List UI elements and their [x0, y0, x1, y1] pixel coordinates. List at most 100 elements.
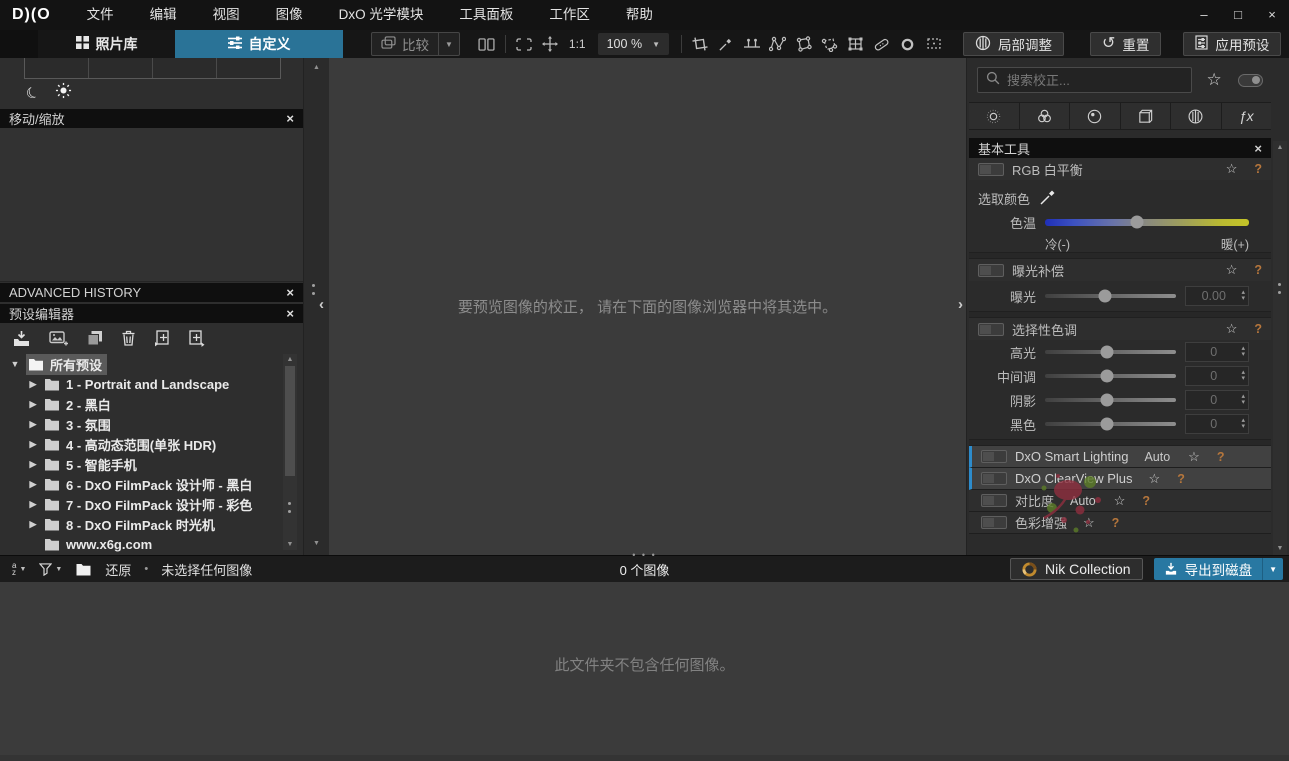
- panel-resize-grip[interactable]: [312, 284, 315, 295]
- white-balance-tool-header[interactable]: RGB 白平衡 ☆ ?: [969, 158, 1271, 180]
- tab-customize[interactable]: 自定义: [175, 30, 343, 58]
- fit-screen-icon[interactable]: [511, 32, 537, 56]
- close-icon[interactable]: ×: [286, 285, 294, 300]
- contrast-mode[interactable]: Auto: [1070, 494, 1096, 508]
- smart-lighting-row[interactable]: DxO Smart Lighting Auto ☆ ?: [969, 446, 1271, 468]
- selection-tool-icon[interactable]: [921, 32, 947, 56]
- close-icon[interactable]: ×: [286, 306, 294, 321]
- selective-tone-checkbox[interactable]: [978, 322, 1004, 336]
- minimize-button[interactable]: –: [1187, 0, 1221, 30]
- repair-patch-icon[interactable]: [869, 32, 895, 56]
- highlights-value-spinbox[interactable]: 0 ▴ ▾: [1185, 342, 1249, 362]
- tree-item-preset-folder[interactable]: ▶ 8 - DxO FilmPack 时光机: [0, 514, 283, 534]
- favorite-star-icon[interactable]: ☆: [1114, 493, 1126, 509]
- reset-button[interactable]: ↺ 重置: [1089, 32, 1162, 56]
- blacks-value-spinbox[interactable]: 0 ▴ ▾: [1185, 414, 1249, 434]
- spinner-arrows-icon[interactable]: ▴ ▾: [1241, 393, 1248, 406]
- exposure-checkbox[interactable]: [978, 263, 1004, 277]
- highlights-slider[interactable]: [1045, 345, 1176, 359]
- scroll-up-icon[interactable]: ▲: [304, 64, 329, 71]
- spinner-arrows-icon[interactable]: ▴ ▾: [1241, 289, 1248, 302]
- clearview-checkbox[interactable]: [981, 472, 1007, 485]
- tree-item-preset-folder[interactable]: ▶ 6 - DxO FilmPack 设计师 - 黑白: [0, 474, 283, 494]
- preset-editor-palette-header[interactable]: 预设编辑器 ×: [0, 304, 303, 323]
- favorite-star-icon[interactable]: ☆: [1226, 262, 1238, 278]
- left-panel-splitter[interactable]: ▲ ‹ ▼: [303, 58, 329, 555]
- export-preset-icon[interactable]: [189, 329, 205, 347]
- control-points-icon[interactable]: [765, 32, 791, 56]
- slider-thumb[interactable]: [1100, 369, 1114, 383]
- chevron-collapsed-icon[interactable]: ▶: [28, 419, 38, 430]
- scroll-up-icon[interactable]: ▲: [283, 356, 297, 363]
- chevron-collapsed-icon[interactable]: ▶: [28, 479, 38, 490]
- contrast-row[interactable]: 对比度 Auto ☆ ?: [969, 490, 1271, 512]
- help-icon[interactable]: ?: [1142, 494, 1150, 508]
- exposure-slider[interactable]: [1045, 289, 1176, 303]
- slider-thumb[interactable]: [1130, 215, 1144, 229]
- menu-view[interactable]: 视图: [195, 0, 258, 30]
- close-icon[interactable]: ×: [1254, 141, 1262, 156]
- perspective-grid-icon[interactable]: [843, 32, 869, 56]
- color-enhance-row[interactable]: 色彩增强 ☆ ?: [969, 512, 1271, 534]
- shadows-value-spinbox[interactable]: 0 ▴ ▾: [1185, 390, 1249, 410]
- auto-mask-icon[interactable]: [817, 32, 843, 56]
- tree-item-all-presets[interactable]: ▼ 所有预设: [0, 353, 283, 375]
- active-corrections-toggle[interactable]: [1237, 73, 1263, 87]
- help-icon[interactable]: ?: [1254, 322, 1262, 336]
- shadows-slider[interactable]: [1045, 393, 1176, 407]
- category-detail-tab[interactable]: [1070, 103, 1121, 129]
- import-preset-icon[interactable]: [13, 330, 30, 346]
- red-eye-icon[interactable]: [895, 32, 921, 56]
- favorites-filter-star-icon[interactable]: ☆: [1206, 70, 1221, 90]
- tree-item-preset-folder[interactable]: ▶ 1 - Portrait and Landscape: [0, 374, 283, 394]
- close-icon[interactable]: ×: [286, 111, 294, 126]
- menu-workspace[interactable]: 工作区: [531, 0, 608, 30]
- split-view-icon[interactable]: [474, 32, 500, 56]
- menu-optics-module[interactable]: DxO 光学模块: [321, 0, 442, 30]
- shadow-clipping-moon-icon[interactable]: ☾: [23, 82, 42, 104]
- exposure-value-spinbox[interactable]: 0.00 ▴ ▾: [1185, 286, 1249, 306]
- crop-icon[interactable]: [687, 32, 713, 56]
- splitter-handle[interactable]: • • •: [0, 550, 1289, 560]
- slider-thumb[interactable]: [1100, 345, 1114, 359]
- contrast-checkbox[interactable]: [981, 494, 1007, 507]
- category-light-tab[interactable]: [969, 103, 1020, 129]
- chevron-expanded-icon[interactable]: ▼: [10, 359, 20, 369]
- white-balance-checkbox[interactable]: [978, 162, 1004, 176]
- temperature-slider[interactable]: [1045, 215, 1249, 229]
- slider-thumb[interactable]: [1098, 289, 1112, 303]
- new-preset-from-image-icon[interactable]: [49, 330, 68, 346]
- basic-tools-palette-header[interactable]: 基本工具 ×: [969, 138, 1271, 158]
- scroll-down-icon[interactable]: ▼: [304, 540, 329, 547]
- chevron-collapsed-icon[interactable]: ▶: [28, 439, 38, 450]
- search-corrections-box[interactable]: [977, 67, 1193, 93]
- delete-preset-icon[interactable]: [122, 330, 135, 346]
- smart-lighting-mode[interactable]: Auto: [1144, 450, 1170, 464]
- clearview-plus-row[interactable]: DxO ClearView Plus ☆ ?: [969, 468, 1271, 490]
- local-adjustments-button[interactable]: 局部调整: [962, 32, 1064, 56]
- help-icon[interactable]: ?: [1254, 162, 1262, 176]
- collapse-left-panel-icon[interactable]: ‹: [319, 296, 324, 313]
- eyedropper-icon[interactable]: [1039, 188, 1057, 209]
- help-icon[interactable]: ?: [1217, 450, 1225, 464]
- tree-item-preset-folder[interactable]: ▶ 4 - 高动态范围(单张 HDR): [0, 434, 283, 454]
- favorite-star-icon[interactable]: ☆: [1083, 515, 1095, 531]
- zoom-one-to-one[interactable]: 1:1: [569, 37, 586, 51]
- tree-item-preset-folder[interactable]: ▶ 2 - 黑白: [0, 394, 283, 414]
- compare-button[interactable]: 比较: [372, 33, 438, 55]
- search-input[interactable]: [1007, 72, 1184, 88]
- tab-photo-library[interactable]: 照片库: [38, 30, 175, 58]
- rename-preset-icon[interactable]: [154, 329, 170, 347]
- chevron-collapsed-icon[interactable]: ▶: [28, 499, 38, 510]
- category-effects-tab[interactable]: ƒx: [1221, 103, 1271, 129]
- spinner-arrows-icon[interactable]: ▴ ▾: [1241, 417, 1248, 430]
- chevron-collapsed-icon[interactable]: ▶: [28, 399, 38, 410]
- selective-tone-tool-header[interactable]: 选择性色调 ☆ ?: [969, 318, 1271, 340]
- tree-scrollbar[interactable]: ▲ ▼: [283, 354, 297, 550]
- apply-preset-button[interactable]: 应用预设: [1183, 32, 1282, 56]
- color-enhance-checkbox[interactable]: [981, 516, 1007, 529]
- chevron-collapsed-icon[interactable]: ▶: [28, 379, 38, 390]
- scroll-down-icon[interactable]: ▼: [283, 541, 297, 548]
- slider-thumb[interactable]: [1100, 393, 1114, 407]
- scroll-up-icon[interactable]: ▲: [1273, 144, 1287, 151]
